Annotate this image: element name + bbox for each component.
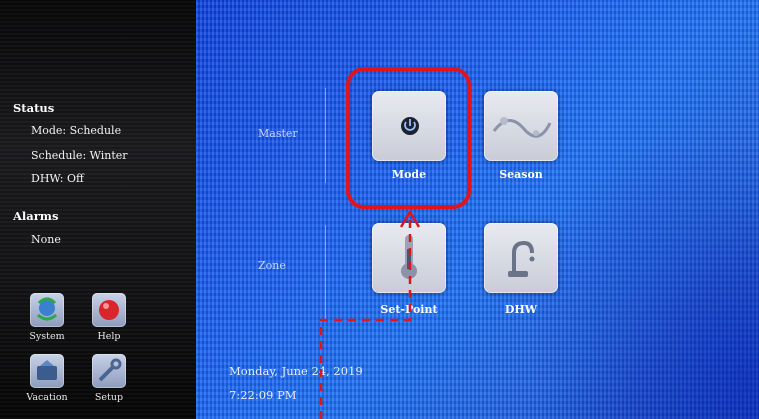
set-point-tile[interactable] xyxy=(372,223,446,293)
season-tile[interactable] xyxy=(484,91,558,161)
vacation-button[interactable] xyxy=(30,354,64,388)
set-point-label: Set-Point xyxy=(380,303,438,316)
row-label-zone: Zone xyxy=(258,259,286,272)
help-button[interactable] xyxy=(92,293,126,327)
status-heading: Status xyxy=(13,101,55,115)
dhw-tile[interactable] xyxy=(484,223,558,293)
thermostat-screen: Status Mode: Schedule Schedule: Winter D… xyxy=(0,0,759,419)
date-display: Monday, June 24, 2019 xyxy=(229,364,363,378)
divider-master xyxy=(325,88,326,183)
alarms-value: None xyxy=(31,233,61,246)
vacation-icon xyxy=(37,360,57,380)
status-dhw: DHW: Off xyxy=(31,172,84,185)
row-label-master: Master xyxy=(258,127,298,140)
status-mode: Mode: Schedule xyxy=(31,124,122,137)
season-label: Season xyxy=(499,168,543,181)
status-schedule: Schedule: Winter xyxy=(31,149,128,162)
system-icon xyxy=(37,297,57,321)
help-icon xyxy=(99,300,119,320)
faucet-icon xyxy=(508,240,535,277)
thermometer-icon xyxy=(401,235,417,279)
setup-label: Setup xyxy=(94,392,124,403)
alarms-heading: Alarms xyxy=(13,209,59,223)
setup-button[interactable] xyxy=(92,354,126,388)
season-icon xyxy=(492,117,552,138)
setup-icon xyxy=(98,358,122,382)
time-display: 7:22:09 PM xyxy=(229,388,297,402)
help-label: Help xyxy=(97,331,121,342)
divider-zone xyxy=(325,225,326,320)
mode-highlight-box xyxy=(346,67,471,209)
system-label: System xyxy=(29,331,65,342)
vacation-label: Vacation xyxy=(26,392,68,403)
system-button[interactable] xyxy=(30,293,64,327)
dhw-label: DHW xyxy=(504,303,538,316)
main-panel xyxy=(196,0,759,419)
